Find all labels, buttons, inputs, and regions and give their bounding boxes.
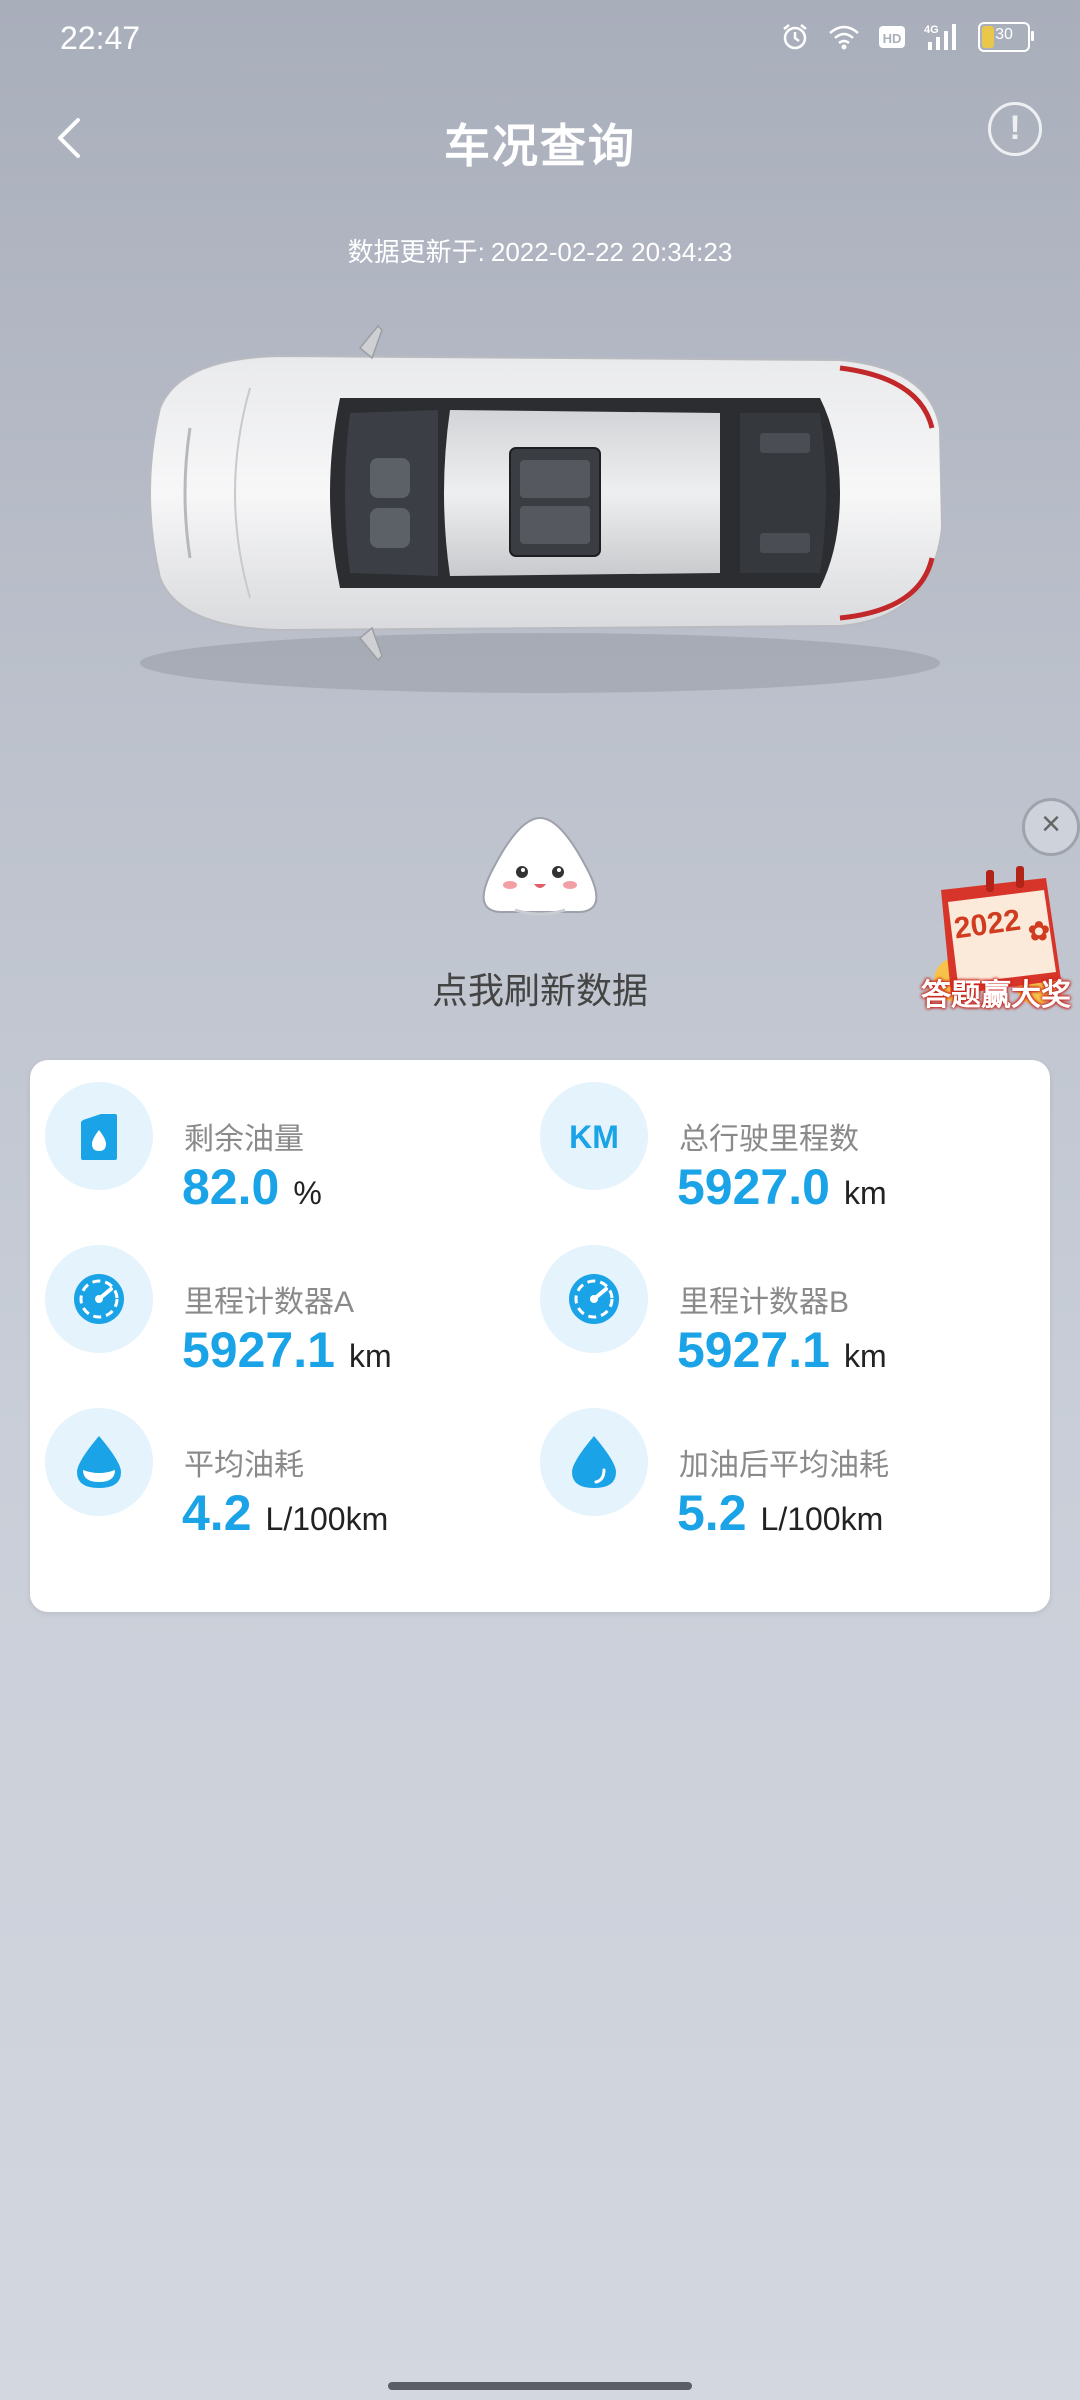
close-icon: × <box>1041 805 1061 843</box>
stat-label: 加油后平均油耗 <box>679 1449 889 1482</box>
stat-label: 总行驶里程数 <box>679 1123 859 1156</box>
svg-text:✿: ✿ <box>1028 916 1050 946</box>
stat-value-row: 4.2 L/100km <box>182 1484 388 1542</box>
stat-unit: L/100km <box>265 1501 389 1537</box>
promo-banner[interactable]: ✿ 2022 答题赢大奖 <box>916 860 1076 1020</box>
stat-unit: % <box>293 1175 322 1211</box>
header: 车况查询 ! <box>0 90 1080 180</box>
stat-value: 5927.0 <box>677 1159 830 1215</box>
stat-unit: km <box>843 1175 887 1211</box>
info-glyph: ! <box>1009 109 1021 147</box>
car-image <box>140 324 944 693</box>
stat-value-row: 5927.0 km <box>677 1158 887 1216</box>
stat-label: 剩余油量 <box>184 1123 304 1156</box>
stat-fuel-remaining: 剩余油量 82.0% <box>30 1060 525 1215</box>
stat-unit: km <box>348 1338 392 1374</box>
update-value: 2022-02-22 20:34:23 <box>490 237 733 267</box>
gauge-icon <box>45 1245 153 1353</box>
km-icon: KM <box>540 1082 648 1190</box>
page-title: 车况查询 <box>444 120 636 172</box>
stat-avg-consumption: 平均油耗 4.2 L/100km <box>30 1386 525 1541</box>
km-icon-text: KM <box>569 1119 619 1155</box>
hd-icon: HD <box>879 26 905 48</box>
fuel-drop-icon <box>540 1408 648 1516</box>
status-time: 22:47 <box>60 20 141 56</box>
stat-value: 5927.1 <box>677 1322 830 1378</box>
stat-unit: km <box>843 1338 887 1374</box>
promo-close-button[interactable]: × <box>1022 798 1080 856</box>
svg-text:HD: HD <box>883 31 902 46</box>
home-indicator[interactable] <box>388 2382 692 2390</box>
stat-value: 5.2 <box>677 1485 747 1541</box>
status-bar: 22:47 HD 4G 30 <box>0 0 1080 80</box>
alarm-icon <box>783 24 807 50</box>
stat-value: 4.2 <box>182 1485 252 1541</box>
mascot-refresh-icon[interactable] <box>470 810 610 920</box>
fuel-can-icon <box>45 1082 153 1190</box>
stat-value-row: 5.2 L/100km <box>677 1484 883 1542</box>
stat-trip-a: 里程计数器A 5927.1 km <box>30 1223 525 1378</box>
stat-total-mileage: KM 总行驶里程数 5927.0 km <box>525 1060 1020 1215</box>
info-icon[interactable]: ! <box>988 102 1042 156</box>
battery-icon: 30 <box>978 22 1034 52</box>
gauge-icon <box>540 1245 648 1353</box>
promo-text: 答题赢大奖 <box>921 979 1071 1012</box>
update-timestamp: 数据更新于: 2022-02-22 20:34:23 <box>0 232 1080 269</box>
stat-value: 5927.1 <box>182 1322 335 1378</box>
stat-value-row: 82.0% <box>182 1158 322 1216</box>
stat-label: 平均油耗 <box>184 1449 304 1482</box>
stat-avg-consumption-after-refuel: 加油后平均油耗 5.2 L/100km <box>525 1386 1020 1541</box>
vehicle-status-card: 剩余油量 82.0% KM 总行驶里程数 5927.0 km 里程计数器A 592… <box>30 1060 1050 1612</box>
fuel-drop-half-icon <box>45 1408 153 1516</box>
svg-text:4G: 4G <box>924 24 939 36</box>
wifi-icon <box>829 25 859 50</box>
update-label: 数据更新于: <box>347 237 485 267</box>
stat-trip-b: 里程计数器B 5927.1 km <box>525 1223 1020 1378</box>
stat-unit: L/100km <box>760 1501 884 1537</box>
stat-label: 里程计数器A <box>184 1286 355 1319</box>
stat-label: 里程计数器B <box>679 1286 850 1319</box>
status-icons: HD 4G 30 <box>780 22 1034 52</box>
battery-level: 30 <box>995 26 1013 43</box>
stat-value-row: 5927.1 km <box>677 1321 887 1379</box>
stat-value: 82.0 <box>182 1159 280 1215</box>
signal-4g-icon: 4G <box>924 24 956 50</box>
stat-value-row: 5927.1 km <box>182 1321 392 1379</box>
